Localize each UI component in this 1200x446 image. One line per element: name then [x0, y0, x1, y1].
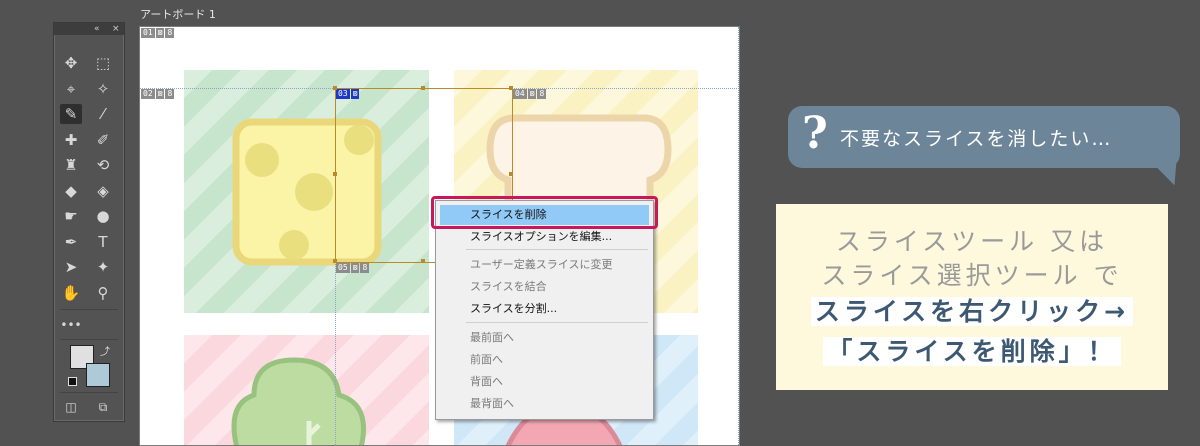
hand-icon[interactable]: ✋: [60, 283, 82, 303]
bubble-text: 不要なスライスを消したい…: [840, 128, 1113, 150]
path-selection-icon[interactable]: ➤: [60, 257, 82, 277]
healing-brush-icon[interactable]: ✚: [60, 130, 82, 150]
smudge-icon[interactable]: ☛: [60, 206, 82, 226]
menu-item-combine-slices[interactable]: スライスを結合: [470, 280, 547, 294]
default-colors-icon[interactable]: [68, 377, 77, 386]
menu-item-edit-slice-options[interactable]: スライスオプションを編集...: [470, 230, 612, 244]
divider: [60, 392, 118, 393]
note-line-2: スライス選択ツール で: [821, 261, 1123, 290]
dodge-icon[interactable]: ●: [92, 206, 114, 226]
divider: [60, 339, 118, 340]
note-line-1: スライスツール 又は: [835, 227, 1109, 256]
highlight-ring: [431, 196, 658, 229]
lasso-icon[interactable]: ⌖: [60, 79, 82, 99]
shape-icon[interactable]: ✦: [92, 257, 114, 277]
menu-item-bring-to-front[interactable]: 最前面へ: [470, 331, 514, 345]
artboard-title: アートボード 1: [140, 8, 216, 21]
marquee-icon[interactable]: ⬚: [92, 53, 114, 73]
slice-label[interactable]: 01 ⊠ 8: [141, 28, 175, 38]
slice-guide: [738, 27, 739, 445]
menu-item-bring-forward[interactable]: 前面へ: [470, 353, 503, 367]
slice-handle[interactable]: [421, 86, 425, 90]
history-brush-icon[interactable]: ⟲: [92, 155, 114, 175]
slice-handle[interactable]: [509, 172, 513, 176]
menu-item-send-to-back[interactable]: 最背面へ: [470, 397, 514, 411]
collapse-icon[interactable]: «: [94, 23, 100, 35]
more-tools-icon[interactable]: •••: [60, 315, 82, 335]
slice-label[interactable]: 02 ⊠ 8: [141, 89, 175, 99]
menu-divider: [466, 249, 648, 250]
panel-header: « ×: [54, 23, 124, 35]
clone-stamp-icon[interactable]: ♜: [60, 155, 82, 175]
note-line-3: スライスを右クリック→: [776, 292, 1168, 328]
type-icon[interactable]: T: [92, 232, 114, 252]
eyedropper-icon[interactable]: ⁄: [92, 104, 114, 124]
pen-icon[interactable]: ✒: [60, 232, 82, 252]
slice-handle[interactable]: [333, 86, 337, 90]
slice-icon[interactable]: ✎: [60, 104, 82, 124]
menu-item-send-backward[interactable]: 背面へ: [470, 375, 503, 389]
quick-mask-icon[interactable]: ◫: [60, 397, 82, 417]
brush-icon[interactable]: ✐: [92, 130, 114, 150]
menu-item-divide-slice[interactable]: スライスを分割...: [470, 302, 557, 316]
slice-label[interactable]: 05 ⊠ 8: [336, 263, 370, 273]
screen-mode-icon[interactable]: ⧉: [92, 397, 114, 417]
eraser-icon[interactable]: ◆: [60, 181, 82, 201]
menu-item-promote-slice[interactable]: ユーザー定義スライスに変更: [470, 258, 612, 272]
swap-colors-icon[interactable]: ⤴: [100, 343, 110, 358]
tools-panel: « × ✥ ⬚ ⌖ ✧ ✎ ⁄ ✚ ✐ ♜ ⟲ ◆ ◈ ☛ ● ✒ T ➤ ✦ ✋ ⚲ ••• ⤴ ◫ ⧉: [53, 22, 125, 422]
note-line-4: 「スライスを削除」！: [776, 332, 1168, 368]
move-icon[interactable]: ✥: [60, 53, 82, 73]
paint-bucket-icon[interactable]: ◈: [92, 181, 114, 201]
slice-label[interactable]: 04 ⊠ 8: [513, 89, 547, 99]
slice-handle[interactable]: [333, 172, 337, 176]
slice-handle[interactable]: [421, 259, 425, 263]
magic-wand-icon[interactable]: ✧: [92, 79, 114, 99]
question-mark-icon: ?: [802, 108, 828, 159]
divider: [60, 309, 118, 310]
zoom-icon[interactable]: ⚲: [92, 283, 114, 303]
slice-handle[interactable]: [333, 259, 337, 263]
context-menu: スライスを削除 スライスオプションを編集... ユーザー定義スライスに変更 スラ…: [435, 200, 654, 420]
close-icon[interactable]: ×: [112, 23, 120, 35]
menu-divider: [466, 322, 648, 323]
speech-bubble: ? 不要なスライスを消したい…: [788, 106, 1180, 168]
pink-tile: [184, 335, 429, 445]
tree-illustration: [231, 357, 366, 445]
instruction-note: スライスツール 又は スライス選択ツール で スライスを右クリック→ 「スライス…: [776, 204, 1168, 390]
background-color-swatch[interactable]: [86, 363, 110, 387]
slice-handle[interactable]: [509, 86, 513, 90]
